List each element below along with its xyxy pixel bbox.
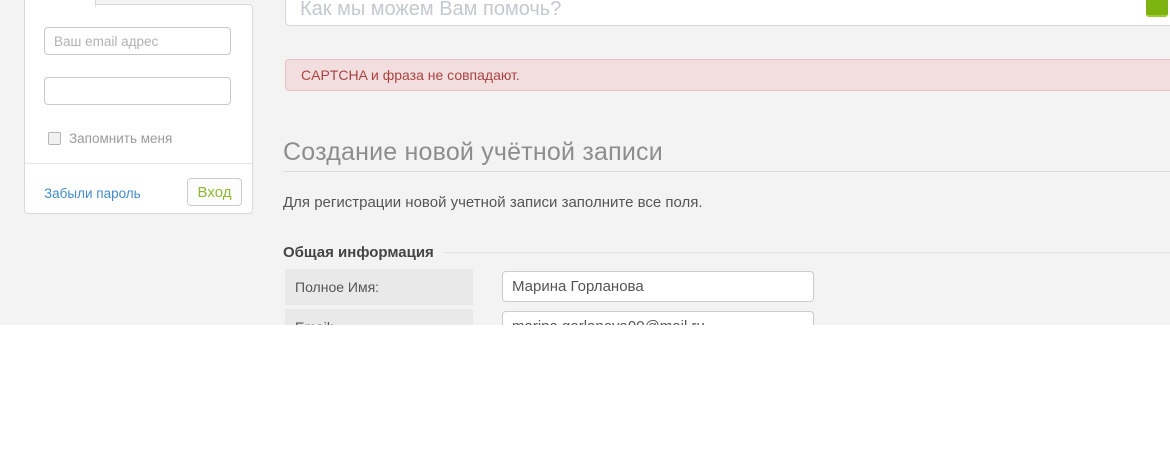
title-divider [283,171,1170,172]
fullname-input[interactable] [502,271,814,302]
helpdesk-page: Запомнить меня Забыли пароль Вход CAPTCH… [0,0,1170,325]
registration-email-input[interactable] [502,311,814,325]
signin-button[interactable]: Вход [187,178,242,206]
login-email-input[interactable] [44,27,231,55]
forgot-password-link[interactable]: Забыли пароль [44,186,141,201]
email-field-label: Email: [285,309,473,325]
remember-me-label: Запомнить меня [69,131,172,146]
section-title: Общая информация [283,244,434,261]
browser-viewport: Запомнить меня Забыли пароль Вход CAPTCH… [0,0,1170,460]
login-password-input[interactable] [44,77,231,105]
intro-text: Для регистрации новой учетной записи зап… [283,194,703,211]
search-button[interactable] [1146,0,1168,17]
remember-me-row: Запомнить меня [48,131,172,146]
fullname-field-label: Полное Имя: [285,269,473,305]
remember-me-checkbox[interactable] [48,132,61,145]
section-header: Общая информация [283,244,1170,261]
login-panel: Запомнить меня Забыли пароль Вход [24,4,253,214]
login-footer-divider [25,163,252,164]
page-title: Создание новой учётной записи [283,138,663,167]
search-input[interactable] [285,0,1170,26]
blank-area [0,325,1170,460]
error-alert-text: CAPTCHA и фраза не совпадают. [301,67,520,83]
error-alert: CAPTCHA и фраза не совпадают. [285,59,1170,91]
section-divider [444,252,1170,253]
active-tab-remnant [24,0,96,7]
